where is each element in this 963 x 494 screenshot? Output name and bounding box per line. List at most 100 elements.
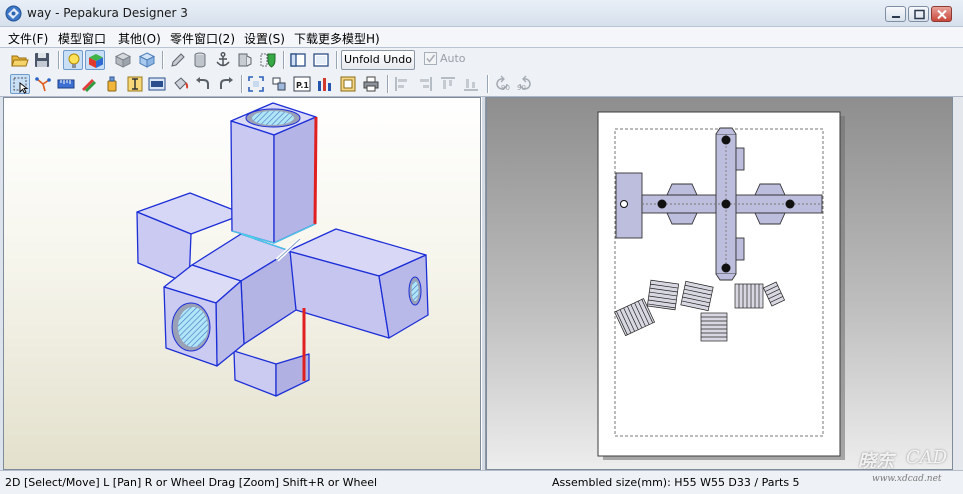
status-hint-text: 2D [Select/Move] L [Pan] R or Wheel Drag… [5,476,378,489]
draw-line-button[interactable] [168,50,188,70]
image-frame-icon [148,77,166,91]
floppy-save-icon [35,53,49,67]
align-left-button[interactable] [392,74,412,94]
arrange-icon [272,77,286,91]
unfold-undo-button[interactable]: Unfold Undo [341,50,415,70]
ruler-button[interactable] [56,74,76,94]
fit-view-button[interactable] [246,74,266,94]
right-edge-panel [953,97,963,470]
maximize-button[interactable] [908,6,929,22]
light-toggle-button[interactable] [63,50,83,70]
redo-button[interactable] [216,74,236,94]
status-bar: 2D [Select/Move] L [Pan] R or Wheel Drag… [0,470,963,494]
undo-button[interactable] [193,74,213,94]
show-faces-button[interactable] [113,50,133,70]
anchor-icon [216,52,230,67]
status-size-text: Assembled size(mm): H55 W55 D33 / Parts … [552,476,800,489]
menu-part-window[interactable]: 零件窗口(2) [168,30,237,47]
save-button[interactable] [32,50,52,70]
pepakura-app-icon[interactable] [5,5,22,22]
join-edge-button[interactable] [33,74,53,94]
color-pen-button[interactable] [79,74,99,94]
layout-bars-icon [318,78,331,91]
undo-arrow-icon [196,77,209,89]
auto-checkbox[interactable] [424,52,437,65]
lightbulb-icon [68,53,80,68]
green-shield-icon [260,53,276,68]
window-title: way - Pepakura Designer 3 [27,6,188,20]
fit-frame-icon [248,76,264,92]
text-tool-button[interactable] [125,74,145,94]
open-file-button[interactable] [10,50,30,70]
menu-file[interactable]: 文件(F) [6,30,50,47]
panel-icon [313,53,329,67]
close-icon [937,9,947,20]
minimize-button[interactable] [885,6,906,22]
panel-split-icon [290,53,306,67]
pencil-icon [171,53,185,67]
page-icon: P.1 [293,76,311,92]
minimize-icon [892,16,900,18]
rotate-left-icon: 90 [496,75,510,92]
menu-model-window[interactable]: 模型窗口 [56,30,108,47]
3d-model-view[interactable] [3,97,481,470]
paper-size-button[interactable] [338,74,358,94]
paint-bucket-icon [174,77,189,90]
menu-bar: 文件(F) 模型窗口 其他(O) 零件窗口(2) 设置(S) 下载更多模型H) [0,27,963,47]
svg-text:P.1: P.1 [296,81,309,90]
gray-cube-icon [114,52,132,68]
close-button[interactable] [931,6,952,22]
rotate-left-90-button[interactable]: 90 [492,74,512,94]
checkmark-icon [426,54,436,63]
color-pens-icon [82,79,96,92]
maximize-icon [914,9,925,20]
menu-other[interactable]: 其他(O) [116,30,163,47]
flap-button[interactable] [235,50,255,70]
menu-download-models[interactable]: 下载更多模型H) [292,30,382,47]
svg-text:90: 90 [501,84,510,92]
page-settings-button[interactable]: P.1 [292,74,312,94]
watermark-cad: CAD [906,447,948,468]
align-top-icon [441,77,455,89]
align-bottom-icon [464,79,478,91]
glue-button[interactable] [102,74,122,94]
redo-arrow-icon [220,77,233,89]
arrange-parts-button[interactable] [269,74,289,94]
texture-toggle-button[interactable] [85,50,105,70]
watermark-url: www.xdcad.net [872,474,942,484]
auto-label: Auto [440,52,466,65]
printer-icon [363,76,379,92]
cross-connector-model[interactable] [4,98,480,469]
title-bar: way - Pepakura Designer 3 [0,0,963,27]
glue-bottle-icon [107,76,117,92]
2d-layout-view[interactable] [486,97,953,470]
select-tool-button[interactable] [10,74,30,94]
dual-view-button[interactable] [311,50,331,70]
select-cursor-icon [13,77,29,94]
print-button[interactable] [361,74,381,94]
cylinder-button[interactable] [190,50,210,70]
align-bottom-button[interactable] [461,74,481,94]
align-left-icon [395,77,407,91]
menu-settings[interactable]: 设置(S) [242,30,287,47]
layout-button[interactable] [315,74,335,94]
cylinder-icon [194,52,206,68]
align-right-icon [420,77,432,91]
single-view-button[interactable] [288,50,308,70]
text-cursor-icon [127,76,143,92]
align-right-button[interactable] [415,74,435,94]
rotate-right-icon: 90 [517,75,531,92]
paint-face-button[interactable] [258,50,278,70]
paper-frame-icon [340,76,356,92]
paint-bucket-button[interactable] [170,74,190,94]
toolbar-main [0,48,963,72]
paper-sheet [597,111,845,460]
folder-open-icon [11,55,29,67]
ruler-icon [57,79,75,89]
toolbar-secondary: P.1 90 90 [0,72,963,97]
anchor-button[interactable] [213,50,233,70]
align-top-button[interactable] [438,74,458,94]
image-tool-button[interactable] [147,74,167,94]
rotate-right-90-button[interactable]: 90 [515,74,535,94]
show-edges-button[interactable] [137,50,157,70]
